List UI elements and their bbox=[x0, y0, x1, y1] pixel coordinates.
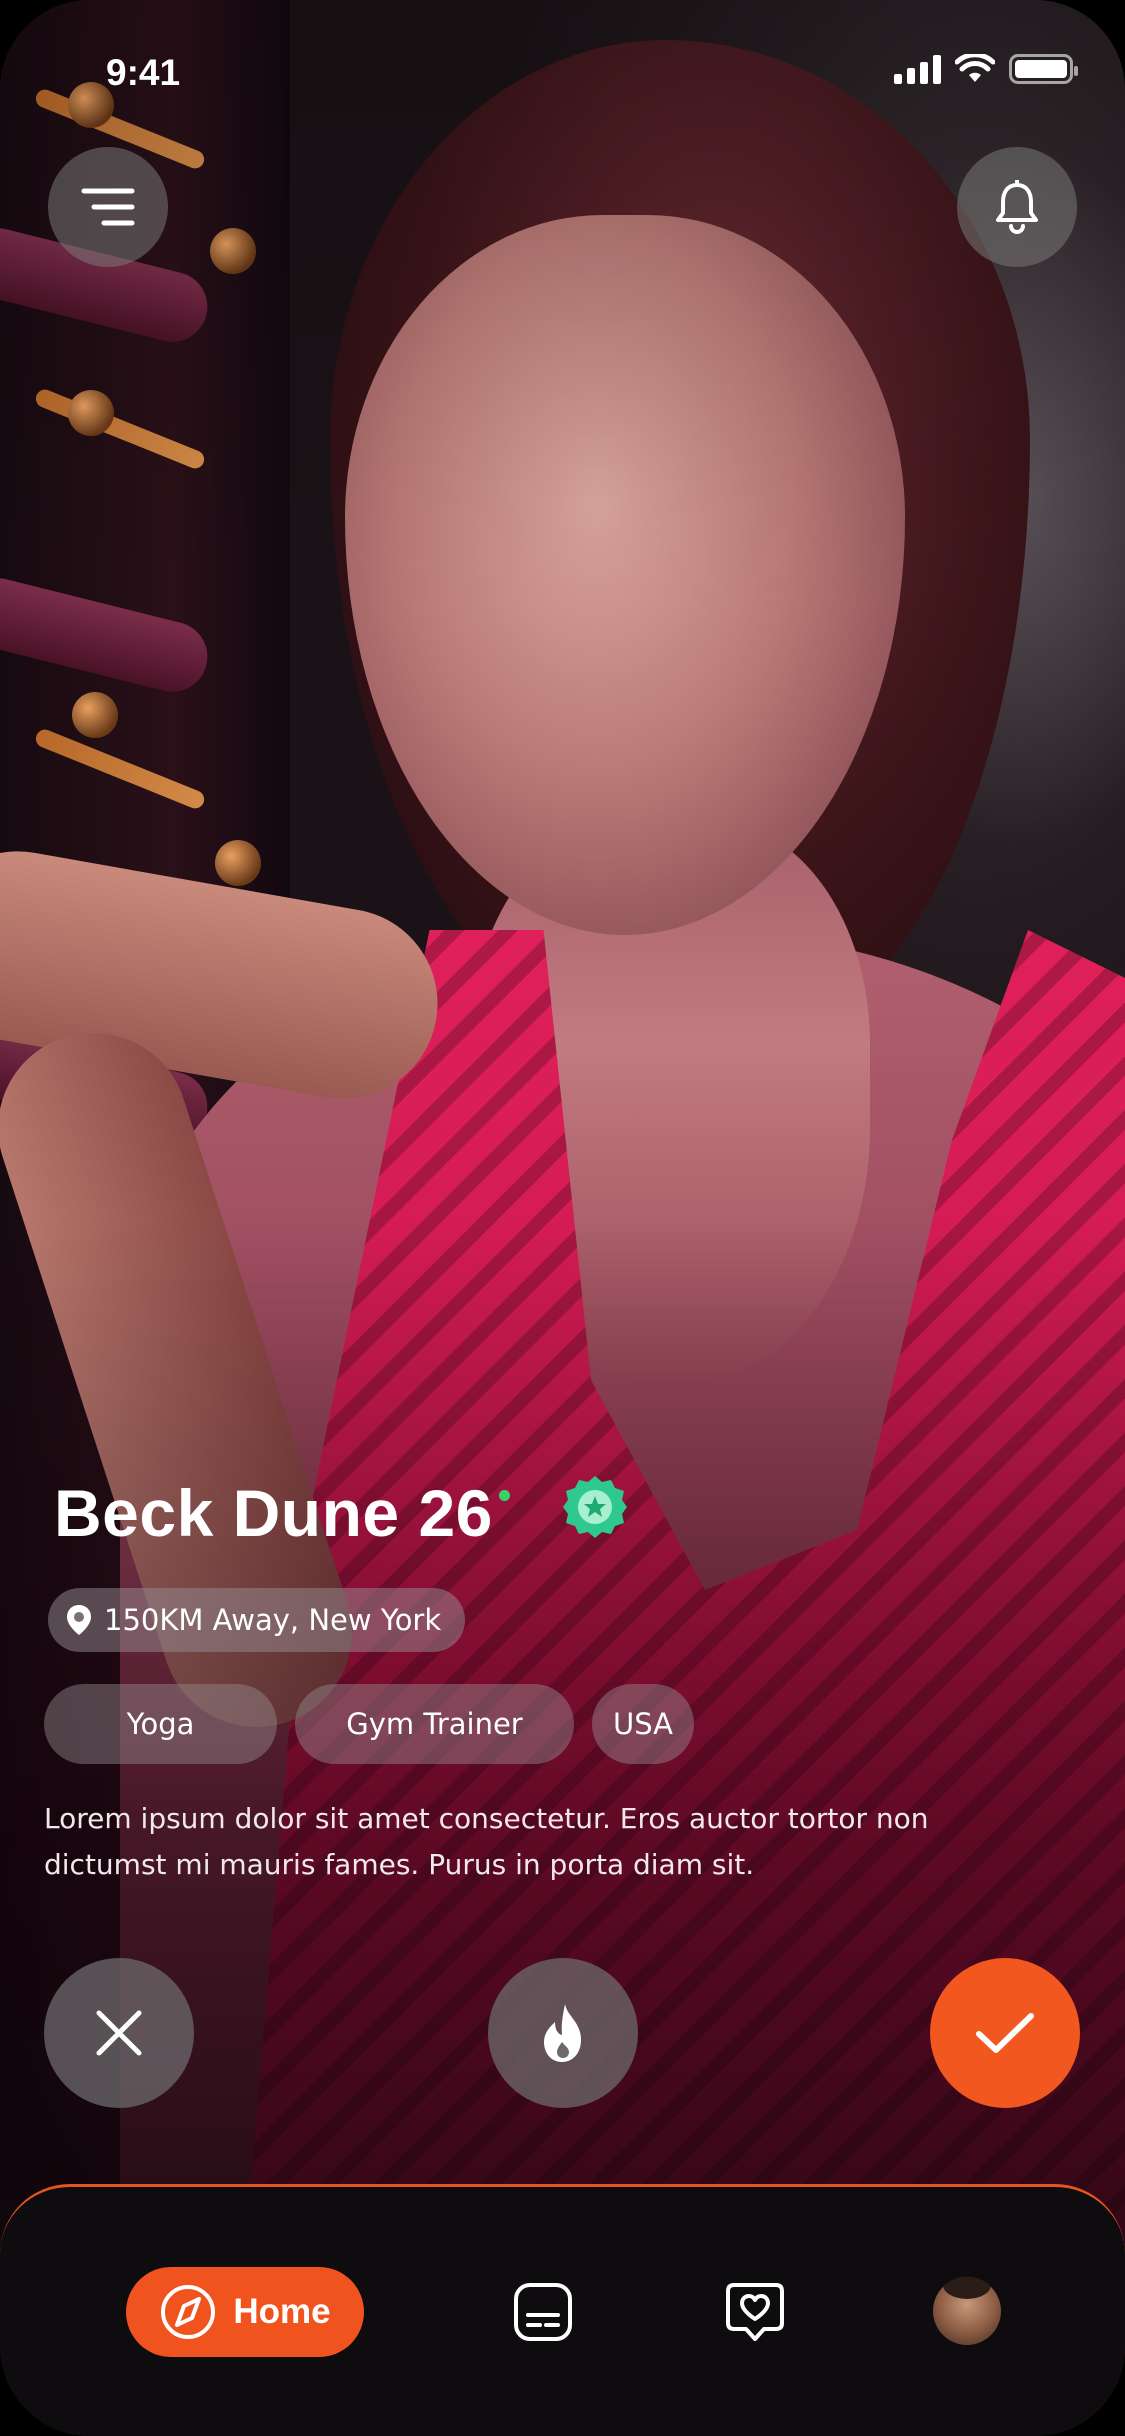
location-chip: 150KM Away, New York bbox=[48, 1588, 466, 1652]
notifications-button[interactable] bbox=[957, 147, 1077, 267]
interest-tags: Yoga Gym Trainer USA bbox=[44, 1684, 694, 1764]
profile-name-text: Beck Dune bbox=[54, 1476, 400, 1550]
location-pin-icon bbox=[67, 1605, 91, 1635]
super-like-button[interactable] bbox=[488, 1958, 638, 2108]
online-indicator bbox=[498, 1490, 510, 1501]
status-time: 9:41 bbox=[106, 52, 181, 93]
accept-button[interactable] bbox=[930, 1958, 1080, 2108]
nav-profile-avatar[interactable] bbox=[933, 2277, 1001, 2345]
heart-message-icon bbox=[726, 2283, 784, 2341]
compass-icon bbox=[161, 2285, 216, 2339]
nav-likes[interactable] bbox=[720, 2277, 790, 2347]
status-icons bbox=[894, 54, 1078, 84]
profile-name-row: Beck Dune 26 bbox=[54, 1476, 628, 1546]
reject-button[interactable] bbox=[44, 1958, 194, 2108]
check-icon bbox=[976, 2013, 1034, 2053]
tag-gym-trainer[interactable]: Gym Trainer bbox=[295, 1684, 574, 1764]
bottom-navigation: Home bbox=[0, 2184, 1125, 2436]
app-screen: 9:41 Beck Dune 26 150KM Away, New York Y… bbox=[0, 0, 1125, 2436]
nav-home[interactable]: Home bbox=[126, 2267, 364, 2357]
verified-badge-icon bbox=[562, 1476, 627, 1538]
tag-yoga[interactable]: Yoga bbox=[44, 1684, 277, 1764]
battery-icon bbox=[1009, 54, 1078, 84]
menu-button[interactable] bbox=[48, 147, 168, 267]
tag-usa[interactable]: USA bbox=[592, 1684, 694, 1764]
profile-name[interactable]: Beck Dune 26 bbox=[54, 1480, 493, 1546]
signal-icon bbox=[894, 54, 941, 84]
flame-icon bbox=[544, 2004, 581, 2062]
bell-icon bbox=[996, 180, 1038, 234]
menu-icon bbox=[81, 188, 135, 226]
nav-home-label: Home bbox=[233, 2292, 331, 2331]
wifi-icon bbox=[955, 54, 995, 82]
profile-bio: Lorem ipsum dolor sit amet consectetur. … bbox=[44, 1802, 929, 1881]
close-icon bbox=[96, 2010, 142, 2056]
profile-age: 26 bbox=[418, 1476, 493, 1550]
nav-messages[interactable] bbox=[508, 2277, 578, 2347]
chat-icon bbox=[514, 2283, 572, 2341]
location-text: 150KM Away, New York bbox=[104, 1603, 442, 1637]
